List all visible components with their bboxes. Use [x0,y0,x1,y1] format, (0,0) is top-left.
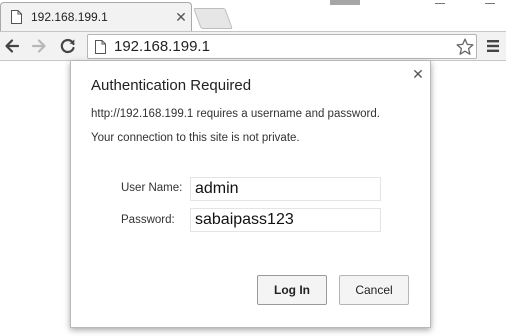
browser-tab[interactable]: 192.168.199.1 ✕ [0,2,192,31]
cancel-button[interactable]: Cancel [339,275,409,305]
auth-dialog: ✕ Authentication Required http://192.168… [70,61,431,328]
address-input[interactable] [114,37,444,56]
browser-toolbar [0,31,506,61]
new-tab-button[interactable] [193,8,233,29]
minimize-icon[interactable] [435,0,445,4]
username-label: User Name: [121,182,183,194]
arrow-right-icon[interactable] [29,36,49,56]
reload-icon[interactable] [58,36,78,56]
dialog-privacy-warning: Your connection to this site is not priv… [91,132,300,144]
address-bar[interactable] [87,34,477,59]
hamburger-menu-icon[interactable] [484,38,502,54]
dialog-close-icon[interactable]: ✕ [411,67,425,81]
password-label: Password: [121,214,175,226]
dialog-message: http://192.168.199.1 requires a username… [91,108,380,120]
log-in-button[interactable]: Log In [257,275,327,305]
tab-strip: 192.168.199.1 ✕ [0,0,506,31]
password-field[interactable] [190,208,381,232]
username-field[interactable] [190,177,381,201]
page-icon [11,10,22,24]
arrow-left-icon[interactable] [2,36,22,56]
page-icon [95,40,106,54]
tab-close-icon[interactable]: ✕ [173,9,189,25]
tab-title: 192.168.199.1 [31,10,108,24]
maximize-icon[interactable] [485,0,495,4]
window-control[interactable] [330,0,360,5]
dialog-title: Authentication Required [91,77,252,94]
star-icon[interactable] [455,37,475,57]
